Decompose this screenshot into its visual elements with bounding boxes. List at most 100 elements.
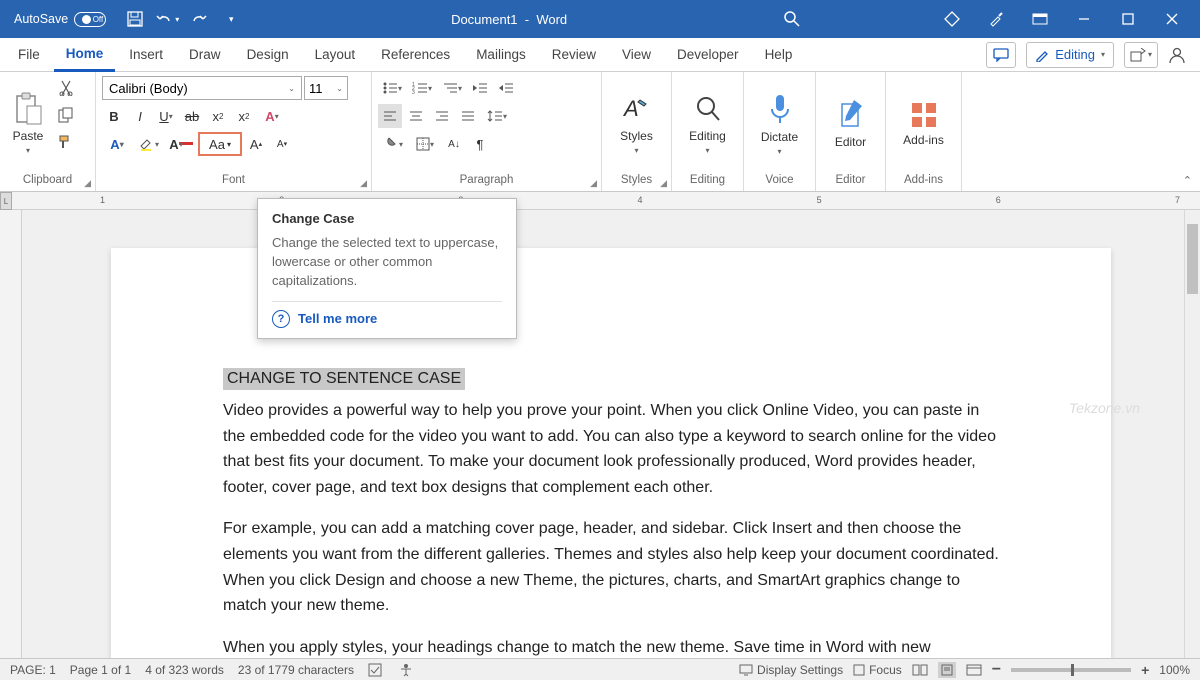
font-size-select[interactable]: 11⌄ [304, 76, 348, 100]
underline-button[interactable]: U▾ [154, 104, 178, 128]
numbering-button[interactable]: 123▾ [408, 76, 436, 100]
highlight-button[interactable]: ▾ [134, 132, 164, 156]
zoom-out-button[interactable]: − [992, 661, 1001, 679]
shading-button[interactable]: ▾ [378, 132, 408, 156]
comments-button[interactable] [986, 42, 1016, 68]
tab-draw[interactable]: Draw [177, 38, 233, 72]
paste-button[interactable]: Paste ▾ [6, 76, 50, 171]
collapse-ribbon-icon[interactable]: ⌃ [1183, 174, 1192, 187]
vertical-scrollbar[interactable] [1184, 210, 1200, 658]
tab-file[interactable]: File [6, 38, 52, 72]
align-center-button[interactable] [404, 104, 428, 128]
tab-references[interactable]: References [369, 38, 462, 72]
addins-button[interactable]: Add-ins [892, 76, 955, 171]
shrink-font-button[interactable]: A▾ [270, 132, 294, 156]
italic-button[interactable]: I [128, 104, 152, 128]
read-mode-icon[interactable] [912, 664, 928, 676]
status-page-short[interactable]: PAGE: 1 [10, 663, 56, 677]
borders-button[interactable]: ▾ [410, 132, 440, 156]
subscript-button[interactable]: x2 [206, 104, 230, 128]
tab-selector-icon[interactable]: L [0, 192, 12, 210]
minimize-icon[interactable] [1064, 4, 1104, 34]
editor-icon [836, 98, 866, 132]
share-button[interactable]: ▾ [1124, 42, 1158, 68]
styles-launcher-icon[interactable]: ◢ [660, 178, 667, 189]
align-left-button[interactable] [378, 104, 402, 128]
accessibility-icon[interactable] [398, 663, 414, 677]
sort-button[interactable]: A↓ [442, 132, 466, 156]
diamond-icon[interactable] [932, 4, 972, 34]
editing-mode-button[interactable]: Editing ▾ [1026, 42, 1114, 68]
font-name-select[interactable]: Calibri (Body)⌄ [102, 76, 302, 100]
brush-icon[interactable] [976, 4, 1016, 34]
multilevel-button[interactable]: ▾ [438, 76, 466, 100]
spellcheck-icon[interactable] [368, 663, 384, 677]
account-icon[interactable] [1168, 46, 1194, 64]
justify-button[interactable] [456, 104, 480, 128]
show-marks-button[interactable]: ¶ [468, 132, 492, 156]
tab-home[interactable]: Home [54, 38, 116, 72]
vertical-ruler[interactable] [0, 210, 22, 658]
paragraph-launcher-icon[interactable]: ◢ [590, 178, 597, 189]
text-effects2-button[interactable]: A▾ [102, 132, 132, 156]
tab-design[interactable]: Design [235, 38, 301, 72]
tab-insert[interactable]: Insert [117, 38, 175, 72]
autosave-toggle[interactable]: AutoSave Off [14, 12, 106, 27]
focus-button[interactable]: Focus [853, 663, 902, 677]
tab-review[interactable]: Review [540, 38, 608, 72]
undo-icon[interactable]: ▾ [152, 4, 182, 34]
copy-icon[interactable] [54, 103, 78, 127]
font-launcher-icon[interactable]: ◢ [360, 178, 367, 189]
scrollbar-thumb[interactable] [1187, 224, 1198, 294]
align-right-button[interactable] [430, 104, 454, 128]
print-layout-icon[interactable] [938, 662, 956, 678]
paragraph[interactable]: Video provides a powerful way to help yo… [223, 398, 999, 500]
clipboard-launcher-icon[interactable]: ◢ [84, 178, 91, 189]
grow-font-button[interactable]: A▴ [244, 132, 268, 156]
editing-find-button[interactable]: Editing▾ [678, 76, 737, 171]
bold-button[interactable]: B [102, 104, 126, 128]
zoom-in-button[interactable]: + [1141, 662, 1149, 678]
selected-text[interactable]: CHANGE TO SENTENCE CASE [223, 368, 465, 390]
increase-indent-button[interactable] [494, 76, 518, 100]
tab-developer[interactable]: Developer [665, 38, 751, 72]
editor-button[interactable]: Editor [822, 76, 879, 171]
text-effects-button[interactable]: A▾ [258, 104, 286, 128]
line-spacing-button[interactable]: ▾ [482, 104, 512, 128]
cut-icon[interactable] [54, 76, 78, 100]
toggle-off-icon[interactable]: Off [74, 12, 106, 27]
paragraph[interactable]: When you apply styles, your headings cha… [223, 635, 999, 658]
ribbon-display-icon[interactable] [1020, 4, 1060, 34]
decrease-indent-button[interactable] [468, 76, 492, 100]
tab-mailings[interactable]: Mailings [464, 38, 538, 72]
tab-layout[interactable]: Layout [303, 38, 368, 72]
close-icon[interactable] [1152, 4, 1192, 34]
status-chars[interactable]: 23 of 1779 characters [238, 663, 354, 677]
status-words[interactable]: 4 of 323 words [145, 663, 224, 677]
zoom-slider[interactable] [1011, 668, 1131, 672]
format-painter-icon[interactable] [54, 130, 78, 154]
paragraph[interactable]: For example, you can add a matching cove… [223, 516, 999, 618]
strikethrough-button[interactable]: ab [180, 104, 204, 128]
font-color-button[interactable]: A▾ [166, 132, 196, 156]
styles-button[interactable]: A Styles▾ [608, 76, 665, 171]
zoom-level[interactable]: 100% [1159, 663, 1190, 677]
dictate-button[interactable]: Dictate▾ [750, 76, 809, 171]
web-layout-icon[interactable] [966, 664, 982, 676]
horizontal-ruler[interactable]: L 1 2 3 4 5 6 7 [0, 192, 1200, 210]
tell-me-more-link[interactable]: ?Tell me more [272, 301, 502, 328]
tab-view[interactable]: View [610, 38, 663, 72]
tooltip-title: Change Case [272, 211, 502, 226]
superscript-button[interactable]: x2 [232, 104, 256, 128]
search-icon[interactable] [772, 4, 812, 34]
save-icon[interactable] [120, 4, 150, 34]
status-page[interactable]: Page 1 of 1 [70, 663, 131, 677]
change-case-button[interactable]: Aa [198, 132, 242, 156]
group-font: Calibri (Body)⌄ 11⌄ B I U▾ ab x2 x2 A▾ A… [96, 72, 372, 191]
tab-help[interactable]: Help [753, 38, 805, 72]
display-settings-button[interactable]: Display Settings [739, 663, 843, 677]
bullets-button[interactable]: ▾ [378, 76, 406, 100]
maximize-icon[interactable] [1108, 4, 1148, 34]
qat-customize-icon[interactable]: ▾ [216, 4, 246, 34]
redo-icon[interactable] [184, 4, 214, 34]
